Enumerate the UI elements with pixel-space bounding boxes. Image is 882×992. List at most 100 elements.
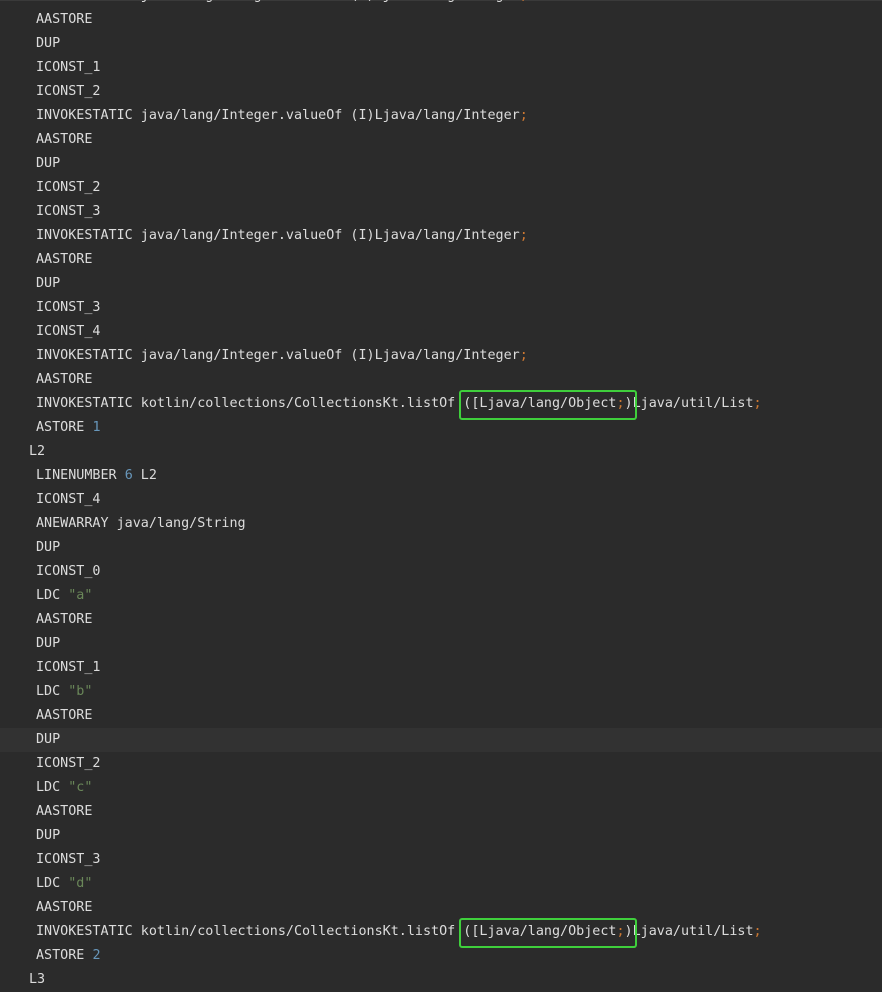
code-token: AASTORE bbox=[36, 12, 93, 27]
code-token: DUP bbox=[36, 36, 61, 51]
code-token: ) bbox=[624, 396, 633, 411]
code-token: ICONST_1 bbox=[36, 660, 101, 675]
code-line[interactable]: ICONST_4 bbox=[0, 488, 882, 512]
code-line[interactable]: INVOKESTATIC java/lang/Integer.valueOf (… bbox=[0, 0, 882, 8]
code-token: INVOKESTATIC java/lang/Integer.valueOf (… bbox=[36, 348, 520, 363]
code-label-line[interactable]: L2 bbox=[0, 440, 882, 464]
code-line[interactable]: AASTORE bbox=[0, 128, 882, 152]
code-token: ; bbox=[519, 348, 528, 363]
code-label-line[interactable]: L3 bbox=[0, 968, 882, 992]
code-line[interactable]: ICONST_1 bbox=[0, 656, 882, 680]
code-token: ([Ljava/lang/Object bbox=[463, 924, 617, 939]
code-token: ICONST_2 bbox=[36, 180, 101, 195]
code-line[interactable]: DUP bbox=[0, 728, 882, 752]
code-line[interactable]: LDC "b" bbox=[0, 680, 882, 704]
code-line[interactable]: DUP bbox=[0, 272, 882, 296]
code-line[interactable]: INVOKESTATIC kotlin/collections/Collecti… bbox=[0, 918, 882, 948]
code-token: "a" bbox=[68, 588, 93, 603]
code-line[interactable]: ICONST_0 bbox=[0, 560, 882, 584]
code-token: INVOKESTATIC kotlin/collections/Collecti… bbox=[36, 396, 464, 411]
code-line[interactable]: ICONST_2 bbox=[0, 80, 882, 104]
code-token: LDC bbox=[36, 588, 69, 603]
code-token: ; bbox=[753, 396, 762, 411]
code-token: Ljava/util/List bbox=[632, 396, 754, 411]
code-line[interactable]: INVOKESTATIC kotlin/collections/Collecti… bbox=[0, 390, 882, 420]
code-token: AASTORE bbox=[36, 900, 93, 915]
code-line[interactable]: DUP bbox=[0, 632, 882, 656]
code-token: INVOKESTATIC java/lang/Integer.valueOf (… bbox=[36, 228, 520, 243]
code-line[interactable]: ICONST_3 bbox=[0, 296, 882, 320]
code-line[interactable]: INVOKESTATIC java/lang/Integer.valueOf (… bbox=[0, 224, 882, 248]
code-line[interactable]: DUP bbox=[0, 824, 882, 848]
code-token: LDC bbox=[36, 684, 69, 699]
code-line[interactable]: DUP bbox=[0, 536, 882, 560]
code-line[interactable]: AASTORE bbox=[0, 8, 882, 32]
code-token: ICONST_3 bbox=[36, 300, 101, 315]
code-token: L2 bbox=[132, 468, 157, 483]
code-line[interactable]: AASTORE bbox=[0, 368, 882, 392]
code-line[interactable]: ASTORE 2 bbox=[0, 944, 882, 968]
code-token: 2 bbox=[92, 948, 101, 963]
code-line[interactable]: AASTORE bbox=[0, 896, 882, 920]
code-token: 6 bbox=[124, 468, 133, 483]
code-token: "d" bbox=[68, 876, 93, 891]
code-token: ) bbox=[624, 924, 633, 939]
code-token: ASTORE bbox=[36, 948, 93, 963]
code-token: ; bbox=[519, 108, 528, 123]
code-line[interactable]: ICONST_2 bbox=[0, 752, 882, 776]
code-line[interactable]: ASTORE 1 bbox=[0, 416, 882, 440]
code-line[interactable]: ICONST_3 bbox=[0, 848, 882, 872]
code-token: AASTORE bbox=[36, 612, 93, 627]
code-token: ANEWARRAY java/lang/String bbox=[36, 516, 246, 531]
code-token: L3 bbox=[29, 972, 46, 987]
code-line[interactable]: AASTORE bbox=[0, 608, 882, 632]
code-token: "b" bbox=[68, 684, 93, 699]
code-token: AASTORE bbox=[36, 708, 93, 723]
code-token: DUP bbox=[36, 828, 61, 843]
code-line[interactable]: ANEWARRAY java/lang/String bbox=[0, 512, 882, 536]
code-line[interactable]: DUP bbox=[0, 32, 882, 56]
code-line[interactable]: AASTORE bbox=[0, 800, 882, 824]
code-line[interactable]: LDC "c" bbox=[0, 776, 882, 800]
code-token: INVOKESTATIC java/lang/Integer.valueOf (… bbox=[36, 108, 520, 123]
code-token: DUP bbox=[36, 156, 61, 171]
code-token: ; bbox=[616, 396, 625, 411]
code-token: ICONST_4 bbox=[36, 492, 101, 507]
code-token: DUP bbox=[36, 540, 61, 555]
code-token: LDC bbox=[36, 780, 69, 795]
code-token: AASTORE bbox=[36, 252, 93, 267]
code-token: ; bbox=[753, 924, 762, 939]
code-line[interactable]: LDC "a" bbox=[0, 584, 882, 608]
code-token: ICONST_2 bbox=[36, 756, 101, 771]
code-line[interactable]: ICONST_4 bbox=[0, 320, 882, 344]
code-line[interactable]: ICONST_3 bbox=[0, 200, 882, 224]
code-line[interactable]: DUP bbox=[0, 152, 882, 176]
code-token: AASTORE bbox=[36, 372, 93, 387]
code-token: LDC bbox=[36, 876, 69, 891]
bytecode-editor[interactable]: INVOKESTATIC java/lang/Integer.valueOf (… bbox=[0, 0, 882, 992]
code-line[interactable]: LDC "d" bbox=[0, 872, 882, 896]
code-token: DUP bbox=[36, 276, 61, 291]
code-token: ICONST_2 bbox=[36, 84, 101, 99]
code-line[interactable]: AASTORE bbox=[0, 704, 882, 728]
code-line[interactable]: INVOKESTATIC java/lang/Integer.valueOf (… bbox=[0, 104, 882, 128]
code-token: INVOKESTATIC java/lang/Integer.valueOf (… bbox=[36, 0, 520, 3]
code-token: ICONST_3 bbox=[36, 852, 101, 867]
code-token: ICONST_4 bbox=[36, 324, 101, 339]
code-token: "c" bbox=[68, 780, 93, 795]
code-line[interactable]: ICONST_1 bbox=[0, 56, 882, 80]
code-token: ICONST_3 bbox=[36, 204, 101, 219]
code-token: LINENUMBER bbox=[36, 468, 125, 483]
code-line[interactable]: LINENUMBER 6 L2 bbox=[0, 464, 882, 488]
code-token: AASTORE bbox=[36, 132, 93, 147]
code-token: L2 bbox=[29, 444, 46, 459]
code-token: Ljava/util/List bbox=[632, 924, 754, 939]
code-token: AASTORE bbox=[36, 804, 93, 819]
code-token: DUP bbox=[36, 636, 61, 651]
code-token: 1 bbox=[92, 420, 101, 435]
code-token: ICONST_0 bbox=[36, 564, 101, 579]
code-line[interactable]: AASTORE bbox=[0, 248, 882, 272]
code-line[interactable]: INVOKESTATIC java/lang/Integer.valueOf (… bbox=[0, 344, 882, 368]
code-line[interactable]: ICONST_2 bbox=[0, 176, 882, 200]
code-token: ASTORE bbox=[36, 420, 93, 435]
